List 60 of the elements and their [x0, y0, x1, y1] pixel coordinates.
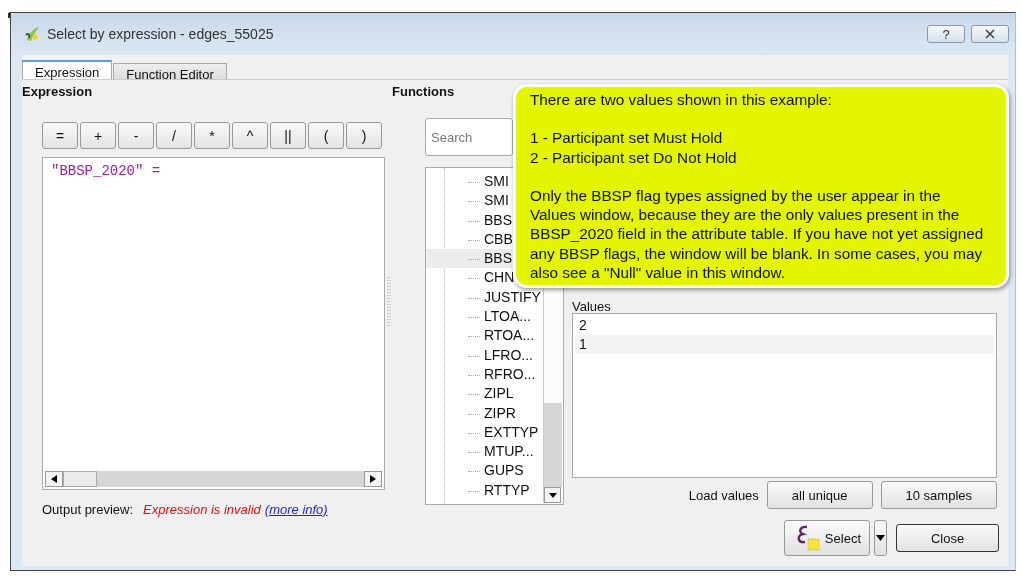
callout-text: 2 - Participant set Do Not Hold: [530, 147, 738, 167]
more-info-link[interactable]: (more info): [264, 502, 328, 517]
tree-item[interactable]: JUSTIFY: [426, 287, 541, 308]
scrollbar-thumb[interactable]: [63, 471, 97, 487]
load-button[interactable]: 10 samples: [880, 481, 997, 509]
callout-text: 1 - Participant set Must Hold: [530, 128, 724, 148]
tree-item[interactable]: BBS: [426, 249, 512, 269]
left-arrow-icon[interactable]: [51, 475, 57, 483]
callout-text: Only the BBSP flag types assigned by the user appear in the Values window, because they are the only values present in the BBSP_2020 field in the attribute table. If you have not yet assigned any BBSP flags, the window will be blank. In some cases, you may also see a "Null" value in this window.: [530, 185, 985, 283]
operator-button[interactable]: (: [308, 122, 344, 149]
operator-button[interactable]: +: [80, 122, 116, 149]
operator-button[interactable]: *: [194, 122, 230, 149]
window-title: Select by expression - edges_55025: [47, 26, 275, 42]
expression-text: "BBSP_2020" =: [50, 162, 162, 181]
tree-item[interactable]: LTOA...: [426, 307, 531, 327]
close-button[interactable]: [971, 25, 1009, 43]
down-arrow-icon[interactable]: [548, 492, 557, 498]
operator-button[interactable]: /: [156, 122, 192, 149]
tree-item[interactable]: CHN: [426, 268, 515, 288]
search-field[interactable]: Search: [425, 118, 513, 156]
tree-item[interactable]: MTUP...: [426, 442, 534, 462]
operator-button[interactable]: ): [346, 122, 382, 149]
tree-item[interactable]: RTOA...: [426, 326, 535, 346]
tree-item[interactable]: CBB: [426, 229, 513, 250]
value-item[interactable]: 2: [575, 316, 994, 335]
value-item[interactable]: 1: [575, 335, 994, 354]
tree-item[interactable]: EXTTYP: [426, 422, 539, 443]
load-button[interactable]: all unique: [766, 481, 873, 509]
output-preview-label: Output preview:: [42, 502, 134, 517]
values-heading: Values: [572, 299, 612, 313]
caret-icon: [876, 535, 885, 541]
close-icon: [985, 29, 995, 39]
operator-button[interactable]: =: [42, 122, 78, 149]
tree-item[interactable]: RTTYP: [426, 480, 530, 501]
section-heading: Functions: [392, 84, 455, 100]
section-heading: Expression: [22, 84, 94, 100]
tree-item[interactable]: LFRO...: [426, 345, 533, 365]
operator-button[interactable]: ||: [270, 122, 306, 149]
close-dialog-button[interactable]: Close: [896, 524, 999, 552]
horizontal-scrollbar[interactable]: [45, 471, 382, 487]
tree-item[interactable]: SMI: [426, 191, 509, 211]
tree-item[interactable]: BBS: [426, 210, 512, 230]
select-button[interactable]: Select: [783, 520, 870, 556]
tab[interactable]: Function Editor: [113, 63, 227, 79]
right-arrow-icon[interactable]: [370, 475, 376, 483]
tree-item[interactable]: ZIPL: [426, 384, 514, 404]
callout-text: There are two values shown in this example:: [530, 90, 833, 110]
tab[interactable]: Expression: [22, 60, 113, 79]
load-values-label: Load values: [688, 487, 759, 503]
tree-item[interactable]: ZIPR: [426, 403, 516, 423]
tree-item[interactable]: RFRO...: [426, 364, 536, 385]
tree-item[interactable]: GUPS: [426, 461, 524, 481]
operator-button[interactable]: ^: [232, 122, 268, 149]
operator-button[interactable]: -: [118, 122, 154, 149]
tree-item[interactable]: SMI: [426, 172, 509, 192]
dropdown-button[interactable]: [874, 520, 887, 556]
error-message: Expression is invalid: [143, 502, 261, 517]
help-button[interactable]: ?: [927, 25, 965, 43]
app-logo-icon: [23, 25, 41, 43]
expression-editor[interactable]: "BBSP_2020" =: [42, 157, 385, 490]
